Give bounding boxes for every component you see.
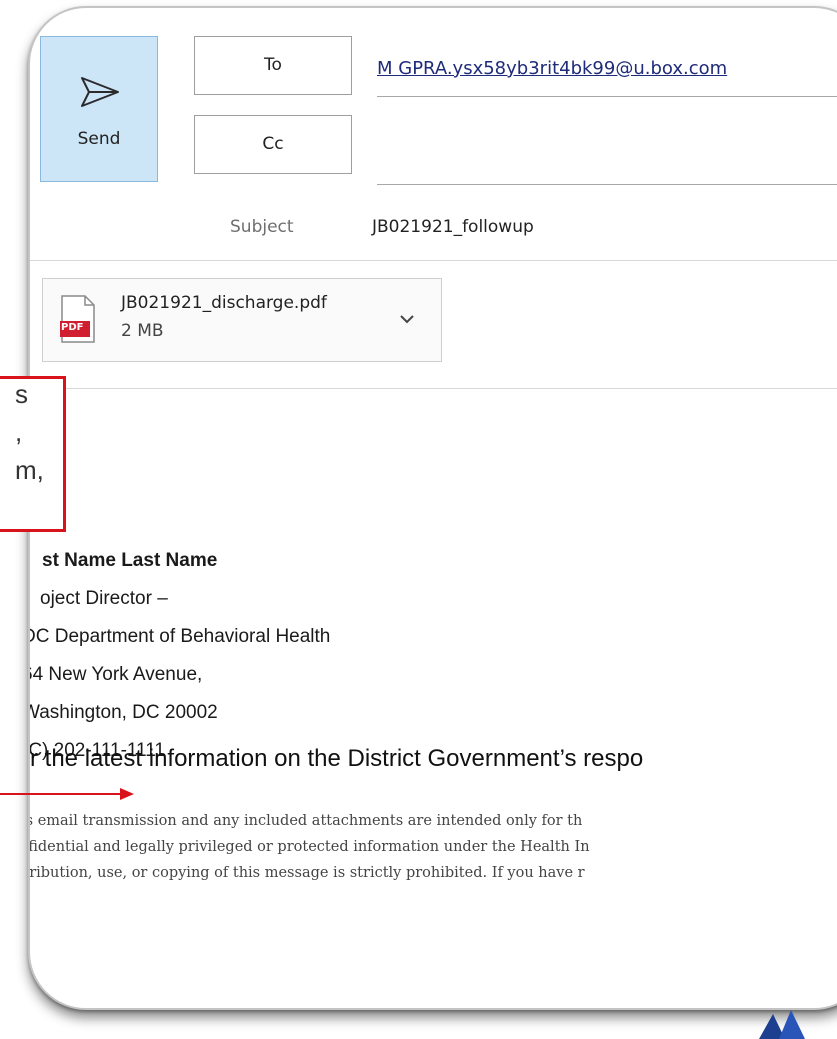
logo-fragment-icon — [759, 1010, 805, 1039]
latest-info-line: For the latest information on the Distri… — [28, 745, 644, 772]
cc-input[interactable] — [377, 120, 837, 176]
to-field-underline — [377, 96, 837, 97]
pdf-file-icon — [60, 295, 95, 343]
callout-text-line-2: , — [15, 417, 23, 447]
attachment-name: JB021921_discharge.pdf — [121, 293, 327, 313]
attachment-size: 2 MB — [121, 321, 164, 341]
callout-text-line-3: m, — [15, 455, 44, 485]
cc-button[interactable]: Cc — [194, 115, 352, 174]
to-recipient[interactable]: M GPRA.ysx58yb3rit4bk99@u.box.com — [377, 58, 727, 79]
send-icon — [81, 77, 119, 107]
signature-address-line2: Washington, DC 20002 — [28, 702, 218, 723]
attachment-card[interactable]: PDF JB021921_discharge.pdf 2 MB — [42, 278, 442, 362]
send-button[interactable]: Send — [40, 36, 158, 182]
signature-name: st Name Last Name — [42, 550, 218, 571]
signature-address-line1: 64 New York Avenue, — [28, 664, 203, 685]
disclaimer-line-3: distribution, use, or copying of this me… — [28, 865, 585, 881]
disclaimer-line-1: This email transmission and any included… — [28, 813, 583, 829]
header-separator — [30, 260, 837, 261]
subject-input[interactable]: JB021921_followup — [372, 217, 534, 237]
email-compose-window: Send To M GPRA.ysx58yb3rit4bk99@u.box.co… — [28, 6, 837, 1010]
cc-field-underline — [377, 184, 837, 185]
to-button[interactable]: To — [194, 36, 352, 95]
callout-box: s , m, — [0, 376, 66, 532]
disclaimer-line-2: confidential and legally privileged or p… — [28, 839, 590, 855]
signature-department: DC Department of Behavioral Health — [28, 626, 331, 647]
pdf-badge-label: PDF — [61, 322, 84, 333]
attachment-separator — [30, 388, 837, 389]
callout-arrow — [0, 788, 134, 800]
signature-title: oject Director – — [40, 588, 168, 609]
subject-label: Subject — [230, 217, 294, 237]
callout-text-line-1: s — [15, 379, 28, 409]
chevron-down-icon[interactable] — [395, 307, 419, 331]
send-label: Send — [77, 129, 121, 149]
